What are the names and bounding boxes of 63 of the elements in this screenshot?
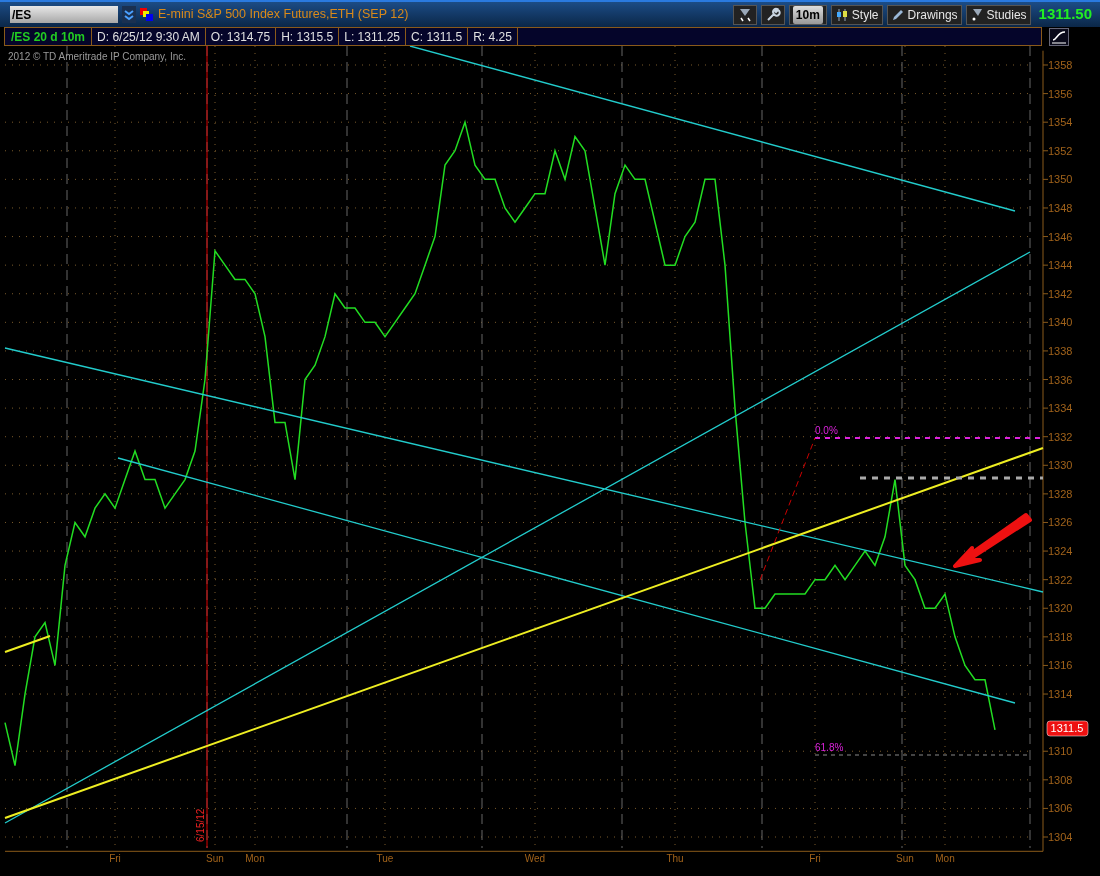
price-axis-label: 1310 <box>1048 745 1073 758</box>
fibonacci-label: 61.8% <box>815 742 844 753</box>
day-axis-label: Mon <box>935 853 955 864</box>
price-axis-label: 1322 <box>1048 573 1073 586</box>
price-axis-label: 1328 <box>1048 487 1073 500</box>
price-axis-label: 1348 <box>1048 201 1073 214</box>
pencil-icon <box>890 7 905 22</box>
price-axis-label: 1306 <box>1048 802 1073 815</box>
price-axis-label: 1346 <box>1048 230 1073 243</box>
quote-value: C: 1311.5 <box>406 28 469 45</box>
price-axis-label: 1344 <box>1048 259 1073 272</box>
price-axis-label: 1358 <box>1048 59 1073 71</box>
last-price: 1311.50 <box>1038 4 1092 25</box>
price-axis-label: 1342 <box>1048 287 1073 300</box>
price-axis-label: 1336 <box>1048 373 1073 386</box>
chart-name: /ES 20 d 10m <box>5 28 93 45</box>
price-axis-label: 1350 <box>1048 173 1073 186</box>
price-axis-label: 1356 <box>1048 87 1073 100</box>
price-axis-label: 1326 <box>1048 516 1073 529</box>
day-axis-label: Wed <box>524 853 546 864</box>
price-axis-label: 1340 <box>1048 316 1073 329</box>
quote-value: D: 6/25/12 9:30 AM <box>92 28 206 45</box>
day-axis-label: Sun <box>896 853 914 864</box>
quote-value: R: 4.25 <box>468 28 518 45</box>
price-axis-label: 1320 <box>1048 602 1073 615</box>
linked-squares-icon[interactable] <box>140 7 154 22</box>
price-axis-label: 1338 <box>1048 344 1073 357</box>
price-axis-label: 1330 <box>1048 459 1073 472</box>
symbol-field[interactable]: /ES <box>10 6 118 23</box>
day-axis-label: Sun <box>206 853 224 864</box>
price-axis-label: 1318 <box>1048 630 1073 643</box>
tool-button[interactable] <box>760 4 785 25</box>
candlestick-icon <box>834 7 849 22</box>
instrument-title: E-mini S&P 500 Index Futures,ETH (SEP 12) <box>158 6 409 24</box>
quote-value: O: 1314.75 <box>205 28 277 45</box>
day-axis-label: Mon <box>245 853 265 864</box>
price-axis-label: 1354 <box>1048 116 1073 129</box>
arrow-icon <box>953 513 1032 568</box>
price-axis-label: 1316 <box>1048 659 1073 672</box>
day-axis-label: Fri <box>809 853 821 864</box>
toolbar-button[interactable]: Style <box>830 4 883 25</box>
day-axis-label: Tue <box>376 853 394 864</box>
price-axis-label: 1324 <box>1048 545 1073 558</box>
price-badge: 1311.5 <box>1046 720 1089 737</box>
price-axis-label: 1308 <box>1048 773 1073 786</box>
price-axis-label: 1352 <box>1048 144 1073 157</box>
date-marker-label: 6/15/12 <box>195 808 206 842</box>
price-axis-label: 1304 <box>1048 831 1073 843</box>
tool-button[interactable] <box>732 4 757 25</box>
price-axis-label: 1334 <box>1048 402 1073 415</box>
price-axis-label: 1314 <box>1048 688 1073 701</box>
toolbar-button[interactable]: Drawings <box>886 4 962 25</box>
quote-value: H: 1315.5 <box>276 28 340 45</box>
timeframe-button[interactable]: 10m <box>788 4 827 25</box>
copyright-text: 2012 © TD Ameritrade IP Company, Inc. <box>8 51 186 62</box>
day-axis-label: Fri <box>109 853 121 864</box>
dropdown-icon[interactable] <box>122 6 136 23</box>
price-axis-label: 1332 <box>1048 430 1073 443</box>
day-axis-label: Thu <box>666 853 684 864</box>
toolbar-button[interactable]: Studies <box>965 4 1031 25</box>
quote-value: L: 1311.25 <box>339 28 407 45</box>
curve-icon[interactable] <box>1049 27 1069 46</box>
fibonacci-label: 0.0% <box>815 425 838 436</box>
